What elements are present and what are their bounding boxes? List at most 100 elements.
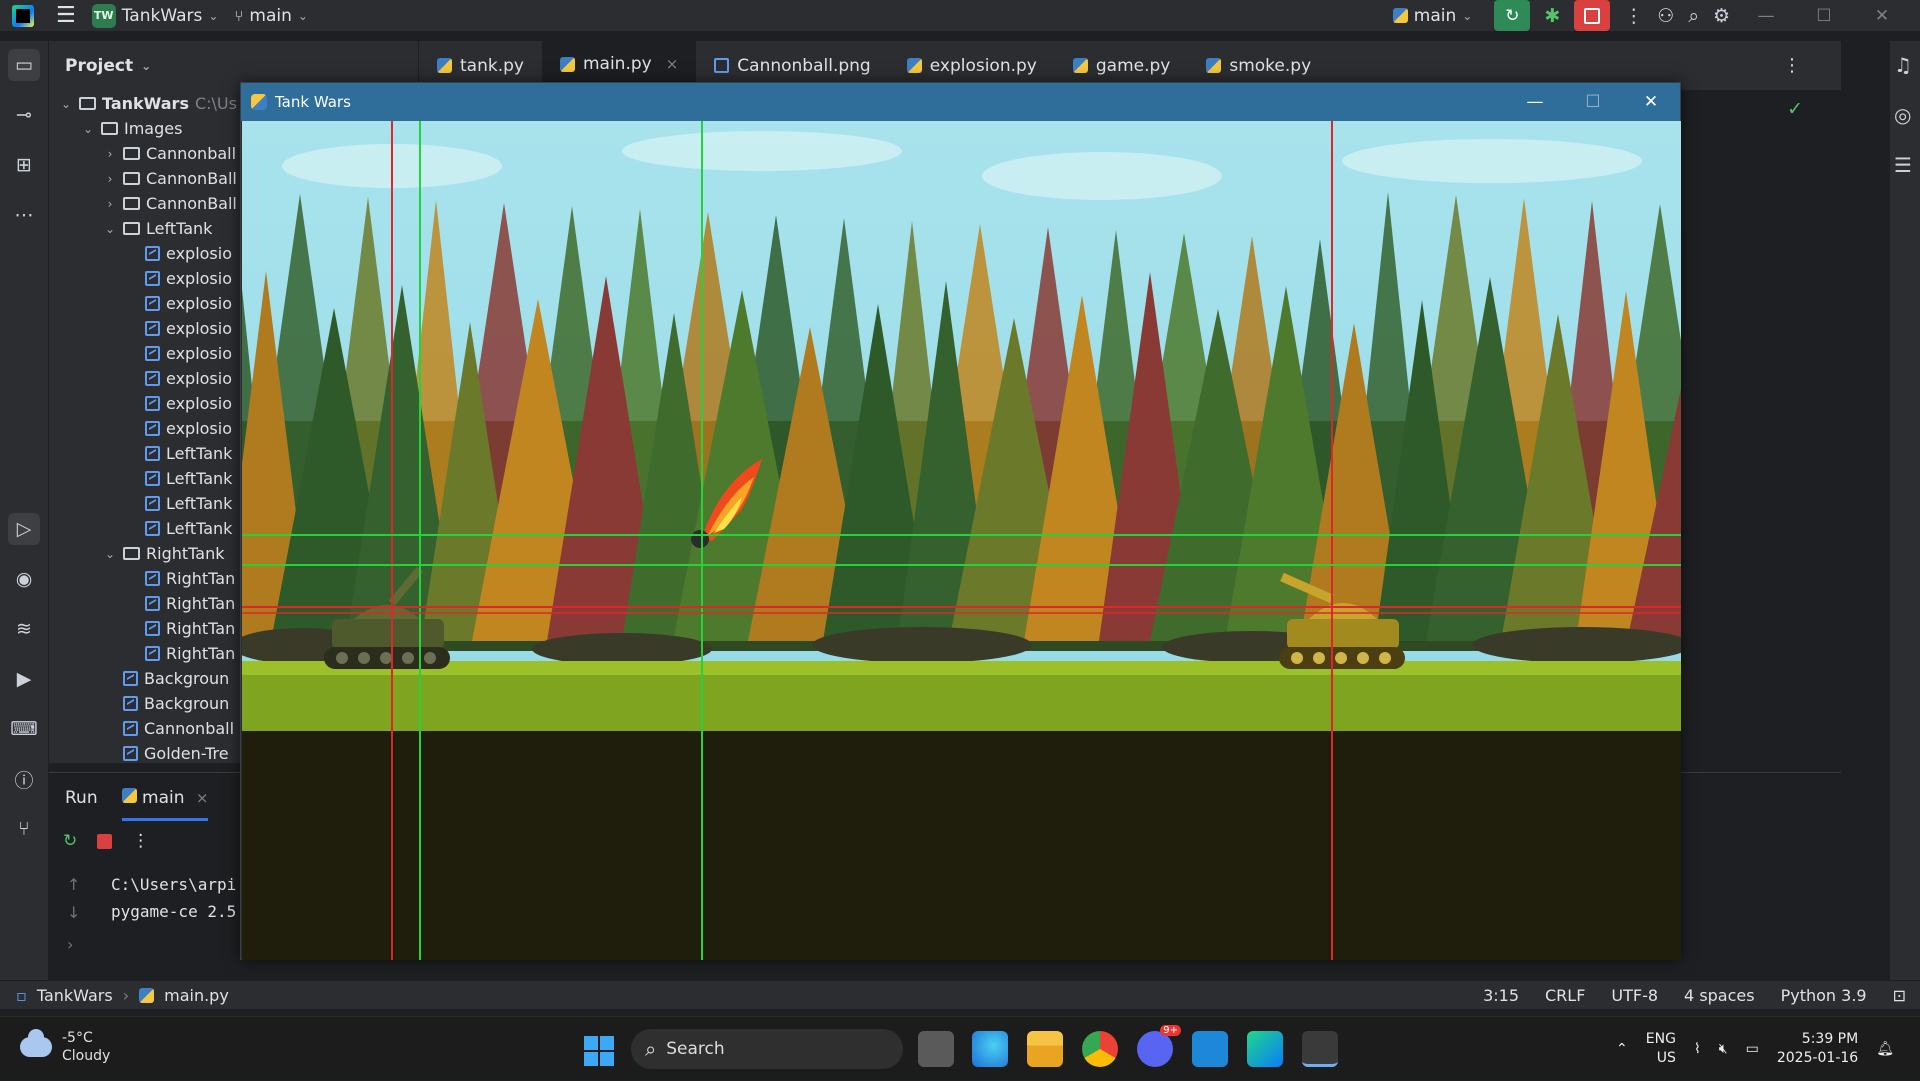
breadcrumb-file[interactable]: main.py — [164, 986, 229, 1005]
language-indicator[interactable]: ENG US — [1646, 1030, 1676, 1068]
branch-switcher[interactable]: ⑂ main ⌄ — [226, 0, 316, 31]
run-tab-main[interactable]: main × — [121, 788, 209, 821]
more-actions-icon[interactable]: ⋮ — [1624, 5, 1643, 27]
close-icon[interactable]: × — [666, 55, 679, 73]
edge-icon[interactable] — [972, 1031, 1008, 1067]
layers-icon[interactable]: ≋ — [8, 613, 40, 645]
lock-icon[interactable]: ⊡ — [1893, 986, 1906, 1005]
tree-file[interactable]: explosio — [125, 266, 232, 291]
vscode-icon[interactable] — [1192, 1031, 1228, 1067]
tree-file[interactable]: explosio — [125, 341, 232, 366]
tree-folder[interactable]: › CannonBall — [103, 166, 237, 191]
stop-button[interactable] — [1574, 0, 1611, 31]
cursor-position[interactable]: 3:15 — [1483, 986, 1519, 1005]
chevron-up-icon[interactable]: ⌃ — [1616, 1041, 1628, 1057]
close-icon[interactable]: ✕ — [1860, 6, 1904, 26]
tree-file[interactable]: RightTan — [125, 591, 235, 616]
tree-root[interactable]: ⌄ TankWars C:\Us — [59, 91, 237, 116]
python-game-icon[interactable] — [1302, 1031, 1338, 1067]
more-tools-icon[interactable]: ⋯ — [8, 199, 40, 231]
tree-file[interactable]: Backgroun — [103, 666, 229, 691]
debug-icon[interactable]: ✱ — [1544, 5, 1560, 27]
tree-folder[interactable]: ⌄ RightTank — [103, 541, 225, 566]
clock[interactable]: 5:39 PM 2025-01-16 — [1777, 1030, 1858, 1068]
start-button[interactable] — [584, 1036, 614, 1066]
maximize-icon[interactable]: ☐ — [1564, 83, 1622, 121]
add-user-icon[interactable]: ⚇ — [1657, 5, 1674, 27]
tree-file[interactable]: RightTan — [125, 616, 235, 641]
more-actions-icon[interactable]: ⋮ — [132, 831, 149, 851]
minimize-icon[interactable]: — — [1744, 6, 1788, 26]
tree-file[interactable]: explosio — [125, 241, 232, 266]
wifi-icon[interactable]: ⌇ — [1694, 1041, 1701, 1057]
close-icon[interactable]: ✕ — [1622, 83, 1680, 121]
line-separator[interactable]: CRLF — [1545, 986, 1585, 1005]
tree-file[interactable]: RightTan — [125, 641, 235, 666]
structure-tool-icon[interactable]: ⊞ — [8, 149, 40, 181]
tree-folder[interactable]: › CannonBall — [103, 191, 237, 216]
commit-tool-icon[interactable]: ⊸ — [8, 99, 40, 131]
taskbar-search[interactable]: ⌕ Search — [631, 1029, 903, 1069]
ai-assistant-icon[interactable]: ◎ — [1894, 103, 1911, 127]
chrome-icon[interactable] — [1082, 1031, 1118, 1067]
tree-file[interactable]: explosio — [125, 391, 232, 416]
main-menu-button[interactable]: ☰ — [48, 0, 84, 31]
close-icon[interactable]: × — [196, 789, 209, 807]
terminal-icon[interactable]: ⌨ — [8, 713, 40, 745]
tree-file[interactable]: LeftTank — [125, 441, 232, 466]
volume-muted-icon[interactable]: 🔇︎ — [1719, 1041, 1728, 1057]
pycharm-icon[interactable] — [1247, 1031, 1283, 1067]
tree-folder[interactable]: ⌄ LeftTank — [103, 216, 212, 241]
run-panel-title[interactable]: Run — [65, 788, 98, 808]
game-window-title-bar[interactable]: Tank Wars — ☐ ✕ — [241, 83, 1680, 121]
file-encoding[interactable]: UTF-8 — [1611, 986, 1658, 1005]
file-explorer-icon[interactable] — [1027, 1031, 1063, 1067]
git-icon[interactable]: ⑂ — [8, 813, 40, 845]
tree-folder[interactable]: › Cannonball — [103, 141, 236, 166]
tree-file[interactable]: LeftTank — [125, 491, 232, 516]
services-icon[interactable]: ▶ — [8, 663, 40, 695]
tree-file[interactable]: Backgroun — [103, 691, 229, 716]
tree-file[interactable]: explosio — [125, 316, 232, 341]
project-switcher[interactable]: TW TankWars ⌄ — [84, 0, 227, 31]
settings-icon[interactable]: ⚙ — [1713, 5, 1730, 27]
weather-widget[interactable]: -5°C Cloudy — [20, 1029, 110, 1065]
more-tabs-icon[interactable]: ⋮ — [1783, 55, 1801, 76]
pycharm-logo-icon[interactable] — [12, 4, 34, 27]
run-tool-icon[interactable]: ▷ — [8, 513, 40, 545]
scroll-down-icon[interactable]: ↓ — [67, 903, 80, 922]
tree-file[interactable]: explosio — [125, 291, 232, 316]
problems-icon[interactable]: ⓘ — [8, 763, 40, 795]
tree-file[interactable]: Golden-Tre — [103, 741, 229, 763]
tree-file[interactable]: RightTan — [125, 566, 235, 591]
database-icon[interactable]: ☰ — [1894, 153, 1912, 177]
indent-setting[interactable]: 4 spaces — [1684, 986, 1755, 1005]
run-console[interactable]: C:\Users\arpi pygame-ce 2.5 — [111, 871, 236, 925]
search-icon[interactable]: ⌕ — [1688, 5, 1699, 27]
rerun-button[interactable]: ↻ — [1494, 0, 1531, 31]
scroll-up-icon[interactable]: ↑ — [67, 875, 80, 894]
tree-file[interactable]: explosio — [125, 366, 232, 391]
task-view-icon[interactable] — [918, 1031, 954, 1067]
maximize-icon[interactable]: ☐ — [1802, 6, 1846, 26]
python-console-icon[interactable]: ◉ — [8, 563, 40, 595]
tree-file[interactable]: LeftTank — [125, 466, 232, 491]
battery-icon[interactable]: ▭ — [1746, 1041, 1759, 1057]
tree-file[interactable]: Cannonball — [103, 716, 234, 741]
tree-file[interactable]: LeftTank — [125, 516, 232, 541]
python-interpreter[interactable]: Python 3.9 — [1781, 986, 1867, 1005]
run-config-selector[interactable]: main ⌄ — [1385, 0, 1481, 31]
bell-icon[interactable]: 🔔︎ — [1876, 1041, 1894, 1057]
rerun-icon[interactable]: ↻ — [63, 831, 77, 851]
tree-folder[interactable]: ⌄ Images — [81, 116, 182, 141]
notifications-icon[interactable]: ♫ — [1894, 53, 1912, 77]
clock-time: 5:39 PM — [1801, 1031, 1859, 1047]
breadcrumb-project[interactable]: TankWars — [37, 986, 113, 1005]
game-canvas[interactable] — [242, 121, 1681, 960]
stop-icon[interactable] — [97, 833, 113, 849]
tree-file[interactable]: explosio — [125, 416, 232, 441]
minimize-icon[interactable]: — — [1506, 83, 1564, 121]
project-tool-icon[interactable]: ▭ — [8, 49, 40, 81]
discord-icon[interactable]: 9+ — [1137, 1025, 1181, 1067]
expand-icon[interactable]: › — [67, 935, 73, 954]
